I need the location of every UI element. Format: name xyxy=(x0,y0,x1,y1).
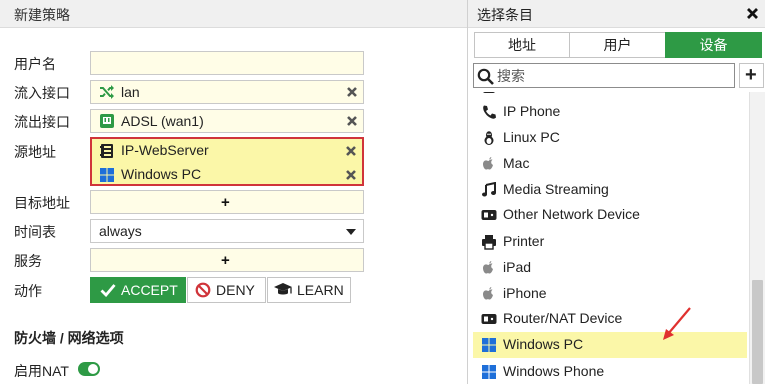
panel-header: 新建策略 xyxy=(0,0,467,28)
source-item[interactable]: IP-WebServer xyxy=(92,140,362,162)
learn-button[interactable]: LEARN xyxy=(267,277,351,303)
list-item[interactable]: iPad xyxy=(473,255,747,281)
accept-button[interactable]: ACCEPT xyxy=(90,277,186,303)
panel-title: 选择条目 xyxy=(477,7,533,23)
device-icon xyxy=(483,92,495,93)
scrollbar[interactable] xyxy=(749,92,765,384)
panel-header: 选择条目 xyxy=(468,0,765,28)
source-item-label: Windows PC xyxy=(121,166,202,182)
tab-user[interactable]: 用户 xyxy=(569,32,666,58)
nat-toggle[interactable] xyxy=(78,362,100,376)
add-icon[interactable]: + xyxy=(221,252,230,269)
source-item-label: IP-WebServer xyxy=(121,142,209,158)
source-address-label: 源地址 xyxy=(14,144,56,160)
linux-icon xyxy=(484,131,494,145)
service-field[interactable]: + xyxy=(90,248,364,272)
incoming-interface-value: lan xyxy=(121,84,140,100)
scrollbar-thumb[interactable] xyxy=(752,280,763,384)
add-entry-button[interactable]: + xyxy=(739,63,764,88)
list-item[interactable]: Other Network Device xyxy=(473,202,747,228)
list-item[interactable]: Printer xyxy=(473,229,747,255)
schedule-value: always xyxy=(99,223,142,239)
close-icon[interactable] xyxy=(746,7,759,20)
deny-button[interactable]: DENY xyxy=(187,277,266,303)
panel-title: 新建策略 xyxy=(14,7,70,23)
tab-address[interactable]: 地址 xyxy=(474,32,570,58)
source-item[interactable]: Windows PC xyxy=(92,164,362,186)
list-item-label: Other Network Device xyxy=(503,206,640,222)
search-icon xyxy=(477,68,494,85)
username-label: 用户名 xyxy=(14,56,56,72)
music-icon xyxy=(482,182,496,197)
list-item-label: Printer xyxy=(503,233,545,249)
wan-port-icon xyxy=(100,114,114,128)
list-item-label: iPad xyxy=(503,259,532,275)
address-book-icon xyxy=(100,144,113,158)
graduation-cap-icon xyxy=(274,283,292,295)
list-item[interactable]: iPhone xyxy=(473,281,747,307)
list-item-label: Linux PC xyxy=(503,129,560,145)
destination-address-field[interactable]: + xyxy=(90,190,364,214)
apple-icon xyxy=(483,287,493,300)
learn-label: LEARN xyxy=(297,282,344,298)
search-input[interactable] xyxy=(497,66,732,86)
list-item-selected[interactable]: Windows PC xyxy=(473,332,747,358)
list-item-label: iPhone xyxy=(503,285,547,301)
accept-label: ACCEPT xyxy=(121,282,178,298)
windows-icon xyxy=(482,338,496,352)
device-list: IP Phone Linux PC Mac Media Streaming Ot… xyxy=(473,92,747,384)
remove-icon[interactable] xyxy=(346,86,358,98)
deny-label: DENY xyxy=(216,282,255,298)
remove-icon[interactable] xyxy=(346,115,358,127)
schedule-label: 时间表 xyxy=(14,224,56,240)
list-item[interactable]: Windows Phone xyxy=(473,359,747,384)
apple-icon xyxy=(483,157,493,170)
annotation-arrow-icon xyxy=(663,307,691,340)
apple-icon xyxy=(483,261,493,274)
shuffle-icon xyxy=(100,85,114,99)
list-item-label: Router/NAT Device xyxy=(503,310,623,326)
search-box[interactable] xyxy=(473,63,735,88)
outgoing-interface-label: 流出接口 xyxy=(14,114,70,130)
printer-icon xyxy=(482,235,496,250)
list-item[interactable]: Router/NAT Device xyxy=(473,306,747,332)
list-item-label: IP Phone xyxy=(503,103,561,119)
list-item-label: Windows Phone xyxy=(503,363,605,379)
block-icon xyxy=(195,282,211,298)
nat-label: 启用NAT xyxy=(14,363,69,379)
add-icon[interactable]: + xyxy=(221,194,230,211)
network-device-icon xyxy=(481,210,497,220)
windows-icon xyxy=(482,365,496,379)
action-label: 动作 xyxy=(14,283,42,299)
list-item-label: Media Streaming xyxy=(503,181,609,197)
destination-address-label: 目标地址 xyxy=(14,195,70,211)
remove-icon[interactable] xyxy=(345,169,357,181)
checkmark-icon xyxy=(100,284,116,297)
router-icon xyxy=(481,314,497,324)
list-item[interactable]: IP Phone xyxy=(473,99,747,125)
phone-icon xyxy=(483,105,496,119)
plus-icon: + xyxy=(745,64,757,86)
remove-icon[interactable] xyxy=(345,145,357,157)
incoming-interface-label: 流入接口 xyxy=(14,85,70,101)
source-address-field[interactable]: IP-WebServer Windows PC xyxy=(90,137,364,186)
new-policy-panel: 新建策略 用户名 流入接口 lan 流出接口 ADSL (wan1) 源地址 I… xyxy=(0,0,467,384)
outgoing-interface-field[interactable]: ADSL (wan1) xyxy=(90,109,364,133)
username-field[interactable] xyxy=(90,51,364,75)
list-item[interactable]: Linux PC xyxy=(473,125,747,151)
windows-icon xyxy=(100,168,114,182)
incoming-interface-field[interactable]: lan xyxy=(90,80,364,104)
service-label: 服务 xyxy=(14,253,42,269)
schedule-select[interactable]: always xyxy=(90,219,364,243)
outgoing-interface-value: ADSL (wan1) xyxy=(121,113,204,129)
list-item-label: Windows PC xyxy=(503,336,584,352)
list-item-label: Mac xyxy=(503,155,530,171)
list-item[interactable]: Media Streaming xyxy=(473,177,747,203)
select-entries-panel: 选择条目 地址 用户 设备 + IP Phone Linux PC Mac Me… xyxy=(467,0,765,384)
firewall-options-title: 防火墙 / 网络选项 xyxy=(14,330,124,346)
chevron-down-icon xyxy=(346,229,356,235)
list-item[interactable]: Mac xyxy=(473,151,747,177)
tab-device[interactable]: 设备 xyxy=(665,32,762,58)
